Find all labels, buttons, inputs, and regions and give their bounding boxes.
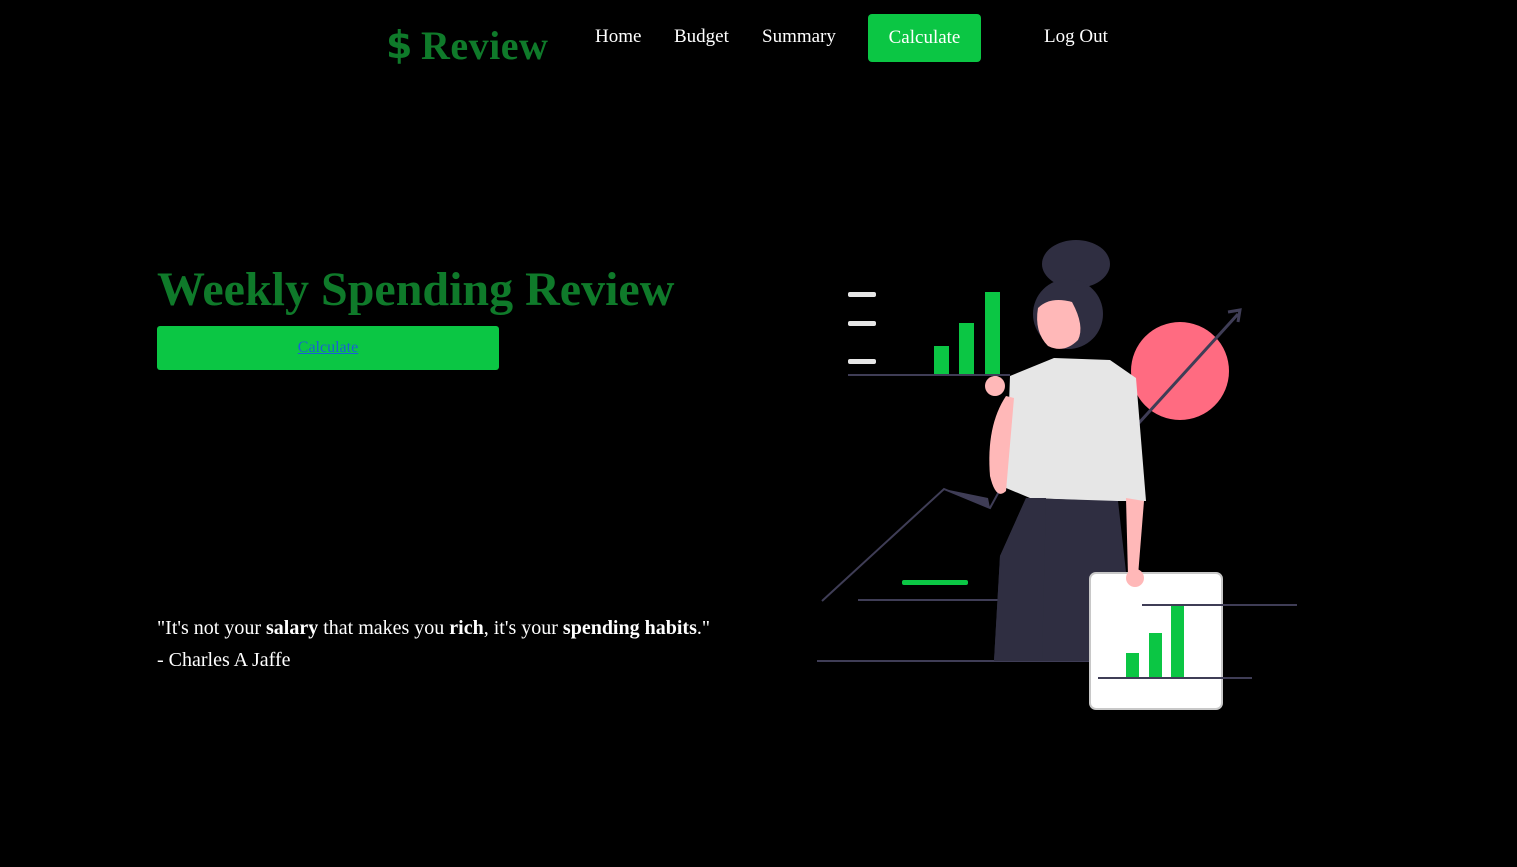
nav-budget-link[interactable]: Budget <box>674 26 729 48</box>
card-bar-1 <box>1126 653 1139 677</box>
card-bar-2 <box>1149 633 1162 677</box>
green-dash <box>902 580 968 585</box>
quote-spending-habits: spending habits <box>562 617 697 639</box>
nav-summary-link[interactable]: Summary <box>762 26 836 48</box>
calculate-link[interactable]: Calculate <box>298 339 358 357</box>
nav-calculate-label: Calculate <box>888 27 961 48</box>
right-arm <box>1126 498 1144 576</box>
dollar-icon: $ <box>386 23 413 67</box>
quote-rich: rich <box>449 617 484 639</box>
nav-logout-link[interactable]: Log Out <box>1044 26 1108 48</box>
quote-salary: salary <box>265 617 319 639</box>
legend-bar-2 <box>848 321 876 326</box>
legend-bar-1 <box>848 292 876 297</box>
bar-tall <box>985 292 1000 374</box>
calculate-button[interactable]: Calculate <box>157 326 499 370</box>
logo[interactable]: $ Review <box>386 20 548 70</box>
bar-medium <box>959 323 974 374</box>
card-bar-3 <box>1171 606 1184 677</box>
finance-illustration <box>817 240 1297 710</box>
bar-small <box>934 346 949 374</box>
logo-text: Review <box>420 22 549 68</box>
nav-calculate-button[interactable]: Calculate <box>868 14 981 62</box>
face <box>1037 300 1081 349</box>
page-title: Weekly Spending Review <box>157 263 675 316</box>
pink-circle <box>1131 322 1229 420</box>
quote-author: - Charles A Jaffe <box>157 649 291 671</box>
legend-bar-3 <box>848 359 876 364</box>
quote: "It's not your salary that makes you ric… <box>157 612 710 676</box>
page: $ Review Home Budget Summary Calculate L… <box>0 0 1517 867</box>
shirt <box>1006 358 1146 501</box>
nav-home-link[interactable]: Home <box>595 26 641 48</box>
quote-text: "It's not your salary that makes you ric… <box>157 617 711 639</box>
